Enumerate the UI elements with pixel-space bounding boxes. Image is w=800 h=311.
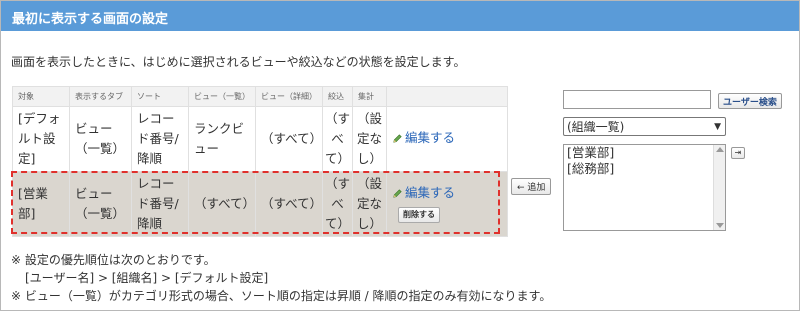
cell-actions: 編集する: [386, 106, 508, 172]
move-right-icon[interactable]: ⇥: [731, 147, 745, 159]
cell-view-list: （すべて）: [188, 171, 256, 237]
column-header-view-detail: ビュー（詳細）: [255, 86, 323, 107]
cell-view-detail: （すべて）: [255, 171, 323, 237]
column-header-actions: [386, 86, 508, 107]
list-item[interactable]: [総務部]: [564, 161, 725, 177]
edit-link[interactable]: 編集する: [392, 183, 455, 203]
cell-sort: レコード番号/ 降順: [131, 171, 189, 237]
cell-filter: （すべて）: [322, 106, 353, 172]
cell-view-detail: （すべて）: [255, 106, 323, 172]
cell-filter: （すべて）: [322, 171, 353, 237]
column-header-tab: 表示するタブ: [69, 86, 132, 107]
user-search-input[interactable]: [563, 90, 711, 109]
table-row: [デフォルト設定] ビュー（一覧） レコード番号/ 降順 ランクビュー （すべて…: [12, 106, 508, 172]
edit-link-label: 編集する: [405, 185, 456, 201]
column-header-target: 対象: [12, 86, 70, 107]
user-search-button[interactable]: ユーザー検索: [718, 93, 782, 109]
edit-link[interactable]: 編集する: [392, 128, 455, 148]
cell-target: [営業部]: [12, 171, 70, 237]
cell-aggregate: （設定なし）: [352, 106, 387, 172]
organization-select[interactable]: (組織一覧) ▼: [563, 117, 726, 136]
intro-text: 画面を表示したときに、はじめに選択されるビューや絞込などの状態を設定します。: [11, 55, 466, 69]
cell-actions: 編集する 削除する: [386, 171, 508, 237]
note-category-sort: ※ ビュー（一覧）がカテゴリ形式の場合、ソート順の指定は昇順 / 降順の指定のみ…: [11, 289, 552, 303]
chevron-down-icon: ▼: [714, 122, 721, 132]
note-priority: ※ 設定の優先順位は次のとおりです。: [11, 253, 216, 267]
section-header: 最初に表示する画面の設定: [1, 1, 799, 31]
delete-button[interactable]: 削除する: [398, 207, 440, 224]
cell-tab: ビュー（一覧）: [69, 171, 132, 237]
cell-tab: ビュー（一覧）: [69, 106, 132, 172]
edit-link-label: 編集する: [405, 130, 456, 146]
cell-sort: レコード番号/ 降順: [131, 106, 189, 172]
column-header-aggregate: 集計: [352, 86, 387, 107]
column-header-sort: ソート: [131, 86, 189, 107]
organization-listbox[interactable]: [営業部] [総務部]: [563, 144, 726, 231]
section-title: 最初に表示する画面の設定: [12, 12, 169, 27]
table-row: [営業部] ビュー（一覧） レコード番号/ 降順 （すべて） （すべて） （すべ…: [12, 171, 508, 237]
add-button[interactable]: ← 追加: [511, 178, 552, 195]
list-item[interactable]: [営業部]: [564, 145, 725, 161]
column-header-view-list: ビュー（一覧）: [188, 86, 256, 107]
column-header-filter: 絞込: [322, 86, 353, 107]
notes: ※ 設定の優先順位は次のとおりです。 [ユーザー名] > [組織名] > [デフ…: [11, 251, 551, 305]
pencil-icon: [393, 189, 402, 198]
cell-target: [デフォルト設定]: [12, 106, 70, 172]
scroll-down-icon[interactable]: [716, 223, 724, 228]
pencil-icon: [393, 134, 402, 143]
cell-aggregate: （設定なし）: [352, 171, 387, 237]
listbox-scrollbar[interactable]: [713, 145, 725, 230]
organization-select-value: (組織一覧): [567, 120, 625, 134]
initial-view-table: 対象 表示するタブ ソート ビュー（一覧） ビュー（詳細） 絞込 集計 [デフォ…: [12, 86, 508, 237]
table-header-row: 対象 表示するタブ ソート ビュー（一覧） ビュー（詳細） 絞込 集計: [12, 86, 508, 107]
cell-view-list: ランクビュー: [188, 106, 256, 172]
scroll-up-icon[interactable]: [716, 147, 724, 152]
note-priority-order: [ユーザー名] > [組織名] > [デフォルト設定]: [25, 271, 269, 285]
